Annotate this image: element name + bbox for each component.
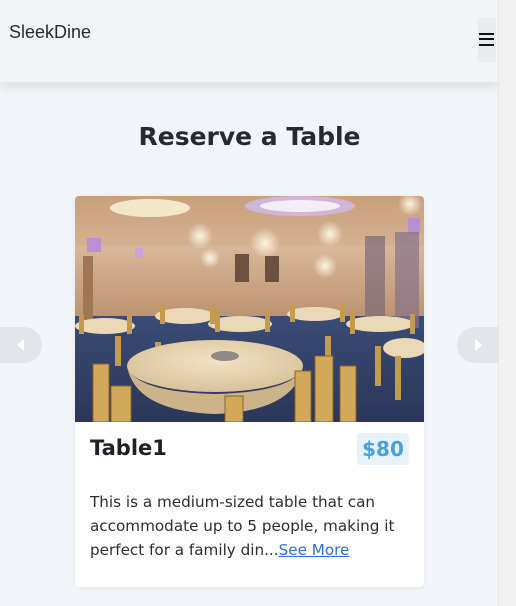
brand-logo[interactable]: SleekDine (9, 22, 91, 43)
menu-toggle-button[interactable] (478, 18, 496, 62)
page-title: Reserve a Table (138, 122, 361, 151)
see-more-link[interactable]: See More (279, 541, 350, 559)
table-description: This is a medium-sized table that can ac… (90, 490, 415, 562)
navbar: SleekDine (0, 0, 499, 82)
page-scrollbar[interactable] (498, 0, 516, 606)
caret-left-icon (17, 339, 24, 351)
page: SleekDine Reserve a Table Table1 $80 Thi… (0, 0, 516, 606)
carousel-prev-button[interactable] (0, 327, 42, 363)
table-card: Table1 $80 This is a medium-sized table … (75, 196, 424, 587)
banquet-hall-photo (75, 196, 424, 422)
price-badge: $80 (357, 433, 409, 465)
carousel-next-button[interactable] (457, 327, 499, 363)
caret-right-icon (475, 339, 482, 351)
table-name: Table1 (90, 436, 167, 460)
